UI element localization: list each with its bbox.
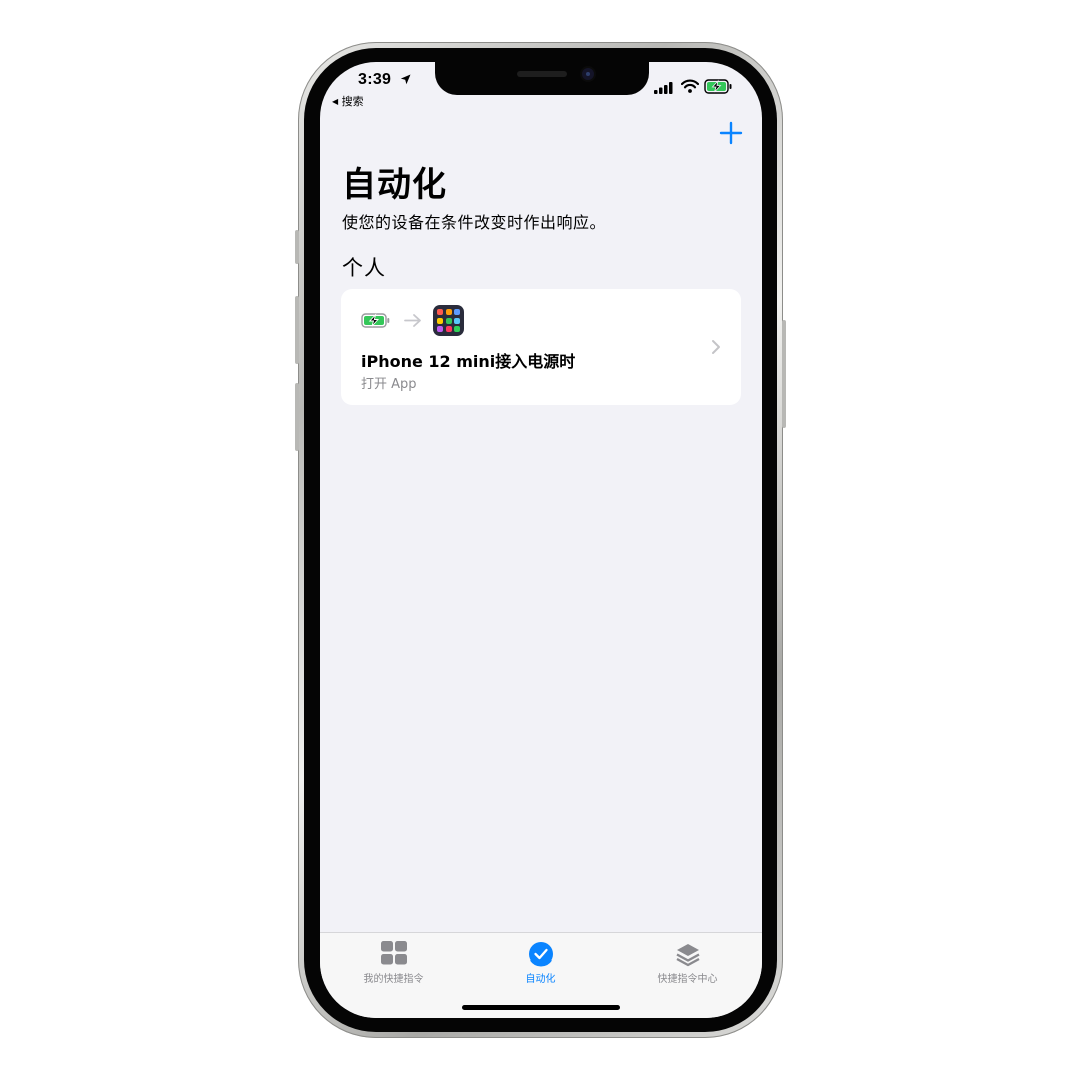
battery-charging-icon — [361, 313, 390, 328]
automation-check-icon — [528, 942, 553, 967]
gallery-layers-icon — [675, 944, 700, 967]
automation-title: iPhone 12 mini接入电源时 — [361, 352, 576, 371]
section-header-personal: 个人 — [342, 256, 386, 280]
status-time: 3:39 — [358, 71, 392, 88]
tab-my-shortcuts[interactable]: 我的快捷指令 — [320, 933, 467, 993]
tab-label: 快捷指令中心 — [657, 974, 718, 985]
earpiece-speaker — [517, 71, 567, 77]
chevron-right-icon — [712, 340, 720, 354]
notch — [435, 62, 649, 95]
cellular-signal-icon — [654, 82, 673, 94]
battery-charging-icon — [704, 79, 732, 94]
back-triangle-icon: ◀ — [332, 97, 339, 106]
back-app-label: 搜索 — [341, 95, 364, 108]
grid-icon — [380, 941, 407, 965]
tab-automation[interactable]: 自动化 — [467, 933, 614, 993]
page-subtitle: 使您的设备在条件改变时作出响应。 — [342, 213, 607, 232]
tab-label: 我的快捷指令 — [363, 974, 424, 985]
screen: 3:39 ◀ 搜索 自动化 使您的设备在条件改变时作出响应。 个人 iPhone… — [320, 62, 762, 1018]
plus-icon — [719, 121, 743, 145]
shortcuts-app-icon — [433, 305, 464, 336]
arrow-right-icon — [404, 314, 421, 327]
tab-label: 自动化 — [525, 974, 556, 985]
add-automation-button[interactable] — [718, 120, 744, 146]
back-to-app-link[interactable]: ◀ 搜索 — [332, 93, 364, 109]
home-indicator[interactable] — [462, 1005, 620, 1010]
location-arrow-icon — [400, 74, 411, 85]
automation-subtitle: 打开 App — [361, 377, 417, 392]
page-title: 自动化 — [342, 165, 447, 205]
volume-up-button — [295, 296, 299, 364]
front-camera — [582, 68, 594, 80]
mute-switch — [295, 230, 299, 264]
volume-down-button — [295, 383, 299, 451]
wifi-icon — [681, 79, 699, 93]
tab-gallery[interactable]: 快捷指令中心 — [614, 933, 761, 993]
power-button — [782, 320, 786, 428]
automation-card[interactable]: iPhone 12 mini接入电源时 打开 App — [341, 289, 741, 405]
